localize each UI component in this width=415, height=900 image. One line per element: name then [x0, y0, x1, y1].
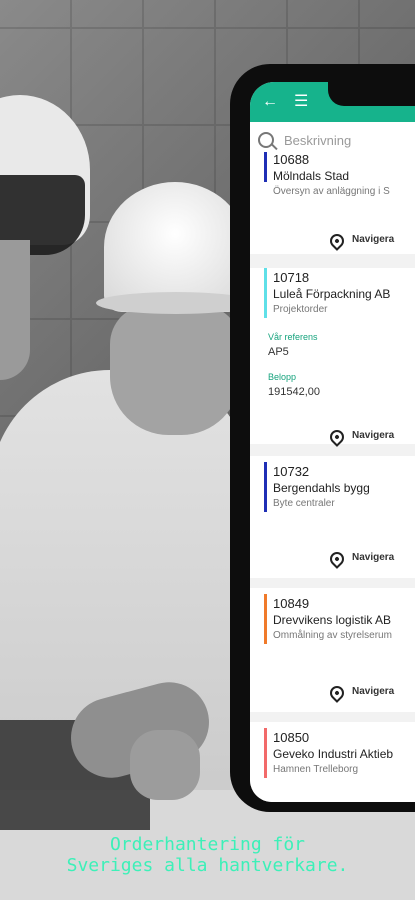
location-pin-icon — [327, 683, 347, 703]
order-description: Hamnen Trelleborg — [273, 764, 359, 775]
order-description: Översyn av anläggning i S — [273, 186, 390, 197]
order-description: Ommålning av styrelserum — [273, 630, 392, 641]
order-status-bar — [264, 594, 267, 644]
amount-label: Belopp — [268, 372, 297, 382]
order-customer: Geveko Industri Aktieb — [273, 747, 394, 761]
order-customer: Mölndals Stad — [273, 169, 350, 183]
worker-head — [110, 305, 240, 435]
order-number: 10849 — [273, 596, 310, 611]
location-pin-icon — [327, 427, 347, 447]
worker-hand — [130, 730, 200, 800]
order-status-bar — [264, 268, 267, 318]
navigate-button[interactable]: Navigera — [352, 234, 394, 245]
navigate-button[interactable]: Navigera — [352, 686, 394, 697]
order-number: 10732 — [273, 464, 310, 479]
phone-screen: ← ☰ Beskrivning 10688 Mölndals Stad Över… — [250, 82, 415, 802]
tagline-line-1: Orderhantering för — [109, 834, 306, 855]
location-pin-icon — [327, 231, 347, 251]
order-card[interactable]: 10688 Mölndals Stad Översyn av anläggnin… — [250, 152, 415, 254]
order-card[interactable]: 10850 Geveko Industri Aktieb Hamnen Trel… — [250, 722, 415, 802]
order-card[interactable]: 10849 Drevvikens logistik AB Ommålning a… — [250, 588, 415, 712]
location-pin-icon — [327, 549, 347, 569]
phone-notch — [328, 82, 415, 106]
navigate-button[interactable]: Navigera — [352, 552, 394, 563]
reference-value: AP5 — [268, 346, 289, 358]
reference-label: Vår referens — [268, 332, 318, 342]
order-customer: Luleå Förpackning AB — [273, 287, 391, 301]
amount-value: 191542,00 — [268, 386, 320, 398]
order-number: 10850 — [273, 730, 310, 745]
back-arrow-icon[interactable]: ← — [262, 94, 278, 110]
order-card[interactable]: 10718 Luleå Förpackning AB Projektorder … — [250, 268, 415, 447]
order-number: 10718 — [273, 270, 310, 285]
order-customer: Drevvikens logistik AB — [273, 613, 392, 627]
order-status-bar — [264, 462, 267, 512]
tagline: Orderhantering för Sveriges alla hantver… — [0, 834, 415, 876]
worker-left-face — [0, 240, 30, 380]
order-card[interactable]: 10732 Bergendahls bygg Byte centraler Na… — [250, 456, 415, 578]
hamburger-menu-icon[interactable]: ☰ — [294, 94, 308, 110]
tagline-line-2: Sveriges alla hantverkare. — [66, 855, 349, 876]
search-input[interactable]: Beskrivning — [284, 133, 351, 148]
order-description: Byte centraler — [273, 498, 335, 509]
search-icon — [258, 132, 274, 148]
order-description: Projektorder — [273, 304, 328, 315]
navigate-button[interactable]: Navigera — [352, 430, 394, 441]
order-status-bar — [264, 728, 267, 778]
order-number: 10688 — [273, 152, 310, 167]
order-customer: Bergendahls bygg — [273, 481, 370, 495]
order-status-bar — [264, 152, 267, 182]
